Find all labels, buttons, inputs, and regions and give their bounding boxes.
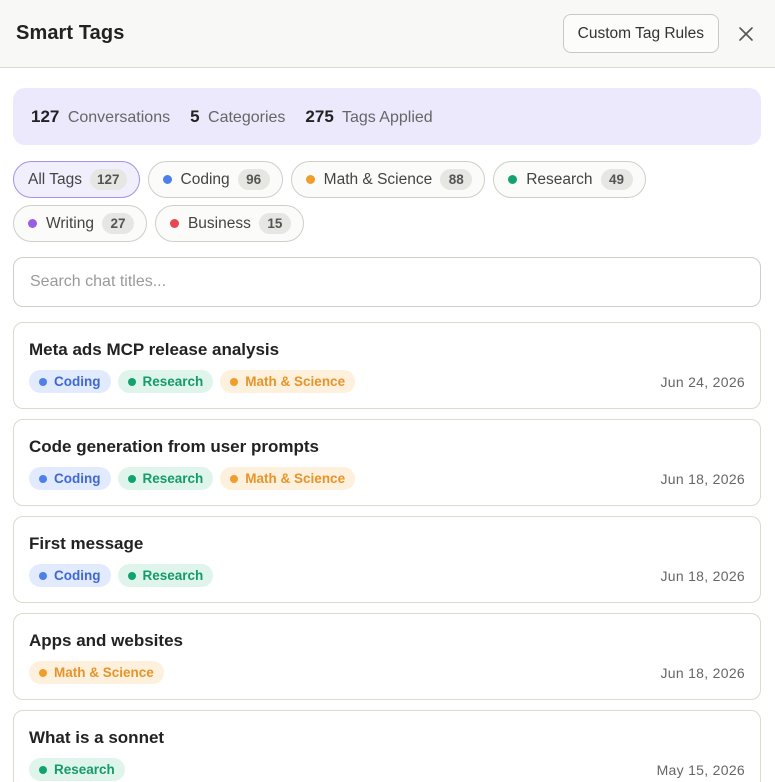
conversation-date: Jun 18, 2026: [660, 470, 745, 487]
tag-label: Research: [142, 471, 204, 486]
stat-number: 275: [305, 106, 334, 126]
filter-research[interactable]: Research 49: [493, 161, 646, 198]
stat-number: 127: [31, 106, 60, 126]
conversation-meta: Coding Research Math & Science Jun 18, 2026: [29, 467, 745, 490]
custom-tag-rules-button[interactable]: Custom Tag Rules: [562, 14, 719, 53]
research-dot-icon: [508, 175, 518, 184]
stat-label: Categories: [208, 108, 286, 126]
research-dot-icon: [127, 377, 136, 386]
filter-label: All Tags: [28, 170, 82, 188]
filter-count: 88: [440, 169, 473, 190]
conversation-title: Apps and websites: [29, 631, 183, 650]
math-science-dot-icon: [230, 377, 239, 386]
conversation-tags: Coding Research: [29, 564, 660, 587]
tag-label: Coding: [54, 374, 101, 389]
close-icon: [739, 26, 753, 41]
conversation-meta: Research May 15, 2026: [29, 758, 745, 781]
filter-coding[interactable]: Coding 96: [147, 161, 283, 198]
filter-count: 27: [101, 213, 134, 234]
filter-writing[interactable]: Writing 27: [13, 205, 147, 242]
conversation-tags: Math & Science: [29, 661, 660, 684]
filter-count: 49: [600, 169, 633, 190]
conversation-item[interactable]: Code generation from user prompts Coding R…: [13, 419, 761, 506]
conversation-title: First message: [29, 534, 144, 553]
conversation-tags: Coding Research Math & Science: [29, 370, 660, 393]
conversation-tags: Coding Research Math & Science: [29, 467, 660, 490]
search-box: [13, 257, 761, 307]
tag-coding: Coding: [29, 370, 111, 393]
stat-tags-applied: 275 Tags Applied: [305, 107, 432, 127]
math-science-dot-icon: [39, 668, 47, 677]
tag-label: Coding: [54, 471, 101, 486]
conversation-meta: Coding Research Jun 18, 2026: [29, 564, 745, 587]
conversation-title: What is a sonnet: [29, 728, 165, 747]
conversation-title: Meta ads MCP release analysis: [29, 340, 280, 359]
conversation-item[interactable]: Apps and websites Math & Science Jun 18, 2…: [13, 613, 761, 700]
stat-label: Conversations: [67, 108, 171, 126]
tag-research: Research: [117, 370, 214, 393]
stat-conversations: 127 Conversations: [31, 107, 170, 127]
conversation-item[interactable]: First message Coding Research Jun 18, 2026: [13, 516, 761, 603]
tag-research: Research: [117, 467, 214, 490]
tag-research: Research: [29, 758, 125, 781]
conversation-item[interactable]: What is a sonnet Research May 15, 2026: [13, 710, 761, 782]
panel-title: Smart Tags: [16, 22, 125, 44]
conversation-date: Jun 24, 2026: [660, 373, 745, 390]
coding-dot-icon: [39, 571, 47, 580]
tag-math-science: Math & Science: [220, 467, 356, 490]
smart-tags-panel: Smart Tags Custom Tag Rules 127 Conversa…: [0, 0, 775, 782]
filter-count: 127: [90, 169, 127, 190]
conversation-meta: Coding Research Math & Science Jun 24, 2026: [29, 370, 745, 393]
business-dot-icon: [169, 219, 179, 228]
filter-label: Business: [187, 214, 251, 232]
close-button[interactable]: [734, 22, 758, 46]
conversation-date: Jun 18, 2026: [660, 567, 745, 584]
research-dot-icon: [39, 765, 47, 774]
conversation-title: Code generation from user prompts: [29, 437, 319, 456]
tag-label: Math & Science: [54, 665, 154, 680]
research-dot-icon: [127, 474, 136, 483]
filter-label: Writing: [46, 214, 94, 232]
conversation-meta: Math & Science Jun 18, 2026: [29, 661, 745, 684]
writing-dot-icon: [28, 219, 37, 228]
math-science-dot-icon: [305, 175, 315, 184]
stats-bar: 127 Conversations 5 Categories 275 Tags …: [13, 88, 761, 145]
filter-math-science[interactable]: Math & Science 88: [290, 161, 486, 198]
tag-filters: All Tags 127 Coding 96 Math & Science 88…: [13, 161, 761, 249]
stat-label: Tags Applied: [341, 108, 433, 126]
conversation-date: May 15, 2026: [656, 761, 745, 778]
tag-math-science: Math & Science: [220, 370, 356, 393]
stat-number: 5: [190, 106, 200, 126]
tag-label: Research: [142, 568, 204, 583]
tag-label: Math & Science: [245, 471, 346, 486]
filter-all-tags[interactable]: All Tags 127: [13, 161, 140, 198]
conversation-tags: Research: [29, 758, 657, 781]
filter-label: Research: [526, 170, 593, 188]
tag-math-science: Math & Science: [29, 661, 164, 684]
filter-business[interactable]: Business 15: [154, 205, 304, 242]
tag-label: Research: [142, 374, 204, 389]
coding-dot-icon: [39, 377, 47, 386]
coding-dot-icon: [39, 474, 47, 483]
tag-research: Research: [117, 564, 214, 587]
conversation-item[interactable]: Meta ads MCP release analysis Coding Resea…: [13, 322, 761, 409]
math-science-dot-icon: [230, 474, 239, 483]
tag-label: Coding: [54, 568, 101, 583]
conversation-date: Jun 18, 2026: [660, 664, 745, 681]
research-dot-icon: [127, 571, 136, 580]
filter-count: 15: [258, 213, 291, 234]
conversation-list: Meta ads MCP release analysis Coding Resea…: [13, 322, 761, 782]
filter-label: Coding: [180, 170, 230, 188]
panel-header: Smart Tags Custom Tag Rules: [0, 0, 775, 68]
tag-coding: Coding: [29, 467, 111, 490]
filter-label: Math & Science: [323, 170, 433, 188]
search-input[interactable]: [14, 258, 760, 306]
tag-coding: Coding: [29, 564, 111, 587]
tag-label: Math & Science: [245, 374, 346, 389]
coding-dot-icon: [162, 175, 172, 184]
filter-count: 96: [237, 169, 270, 190]
tag-label: Research: [54, 762, 115, 777]
stat-categories: 5 Categories: [190, 107, 285, 127]
